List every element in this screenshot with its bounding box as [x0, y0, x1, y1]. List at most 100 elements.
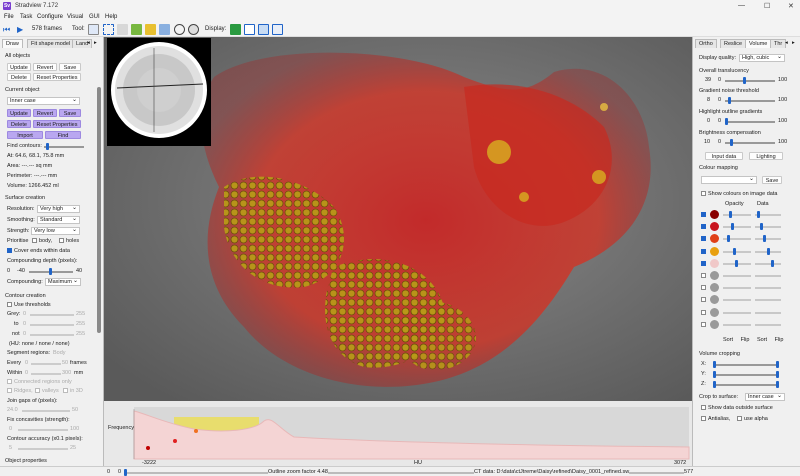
right-tab-scroll-right-icon[interactable]: ▸ [792, 40, 795, 46]
in3d-checkbox[interactable] [63, 388, 68, 393]
compounding-depth-slider[interactable] [29, 268, 73, 275]
fix-concavities-slider[interactable] [18, 429, 68, 431]
colour-swatch[interactable] [710, 246, 719, 256]
colour-swatch[interactable] [710, 222, 719, 232]
opacity-slider[interactable] [723, 259, 751, 267]
close-icon[interactable]: ✕ [788, 2, 794, 10]
slider-thumb[interactable] [776, 381, 779, 388]
tab-scroll-right-icon[interactable]: ▸ [94, 40, 97, 46]
opacity-slider[interactable] [723, 299, 751, 302]
split-view-icon[interactable] [258, 24, 269, 35]
rotate-icon[interactable] [88, 24, 99, 35]
data-slider[interactable] [755, 235, 781, 243]
update-all-button[interactable]: Update [7, 63, 31, 71]
reset-properties-button[interactable]: Reset Properties [33, 120, 81, 128]
left-panel-scrollbar[interactable] [97, 87, 101, 333]
join-gaps-slider[interactable] [22, 410, 70, 412]
grey-slider[interactable] [30, 314, 74, 316]
data-slider[interactable] [755, 223, 781, 231]
colour-row-checkbox[interactable] [701, 309, 706, 315]
slider-thumb[interactable] [743, 77, 746, 84]
colour-swatch[interactable] [710, 234, 719, 244]
flip-opacity-button[interactable]: Flip [738, 336, 752, 344]
crop-z-slider[interactable] [713, 381, 779, 388]
gradient-noise-slider[interactable] [725, 97, 775, 104]
data-slider[interactable] [755, 323, 781, 326]
data-slider[interactable] [755, 311, 781, 314]
eraser-icon[interactable] [159, 24, 170, 35]
sort-data-button[interactable]: Sort [755, 336, 769, 344]
slider-thumb[interactable] [733, 247, 736, 255]
colour-row-checkbox[interactable] [701, 260, 706, 266]
brightness-comp-slider[interactable] [725, 139, 775, 146]
maximize-icon[interactable]: ☐ [764, 2, 770, 10]
slider-thumb[interactable] [725, 118, 728, 125]
find-contours-slider[interactable] [44, 143, 84, 150]
slider-thumb[interactable] [730, 139, 733, 146]
opacity-slider[interactable] [723, 247, 751, 255]
reset-properties-all-button[interactable]: Reset Properties [33, 73, 81, 81]
colour-row-checkbox[interactable] [701, 248, 706, 254]
import-button[interactable]: Import [7, 131, 43, 139]
select-rect-icon[interactable] [103, 24, 114, 35]
data-slider[interactable] [755, 259, 781, 267]
colour-map-save-button[interactable]: Save [762, 176, 782, 184]
revert-all-button[interactable]: Revert [33, 63, 57, 71]
opacity-slider[interactable] [723, 223, 751, 231]
colour-swatch[interactable] [710, 295, 719, 305]
zoom-icon[interactable] [174, 24, 185, 35]
colour-row-checkbox[interactable] [701, 212, 706, 217]
measure-icon[interactable] [145, 24, 156, 35]
slice-thumbnail[interactable] [107, 38, 211, 146]
lighting-button[interactable]: Lighting [749, 152, 783, 160]
data-slider[interactable] [755, 211, 781, 218]
opacity-slider[interactable] [723, 211, 751, 218]
within-slider[interactable] [31, 373, 61, 375]
to-slider[interactable] [30, 324, 74, 326]
tab-reslice[interactable]: Reslice [720, 39, 747, 48]
update-button[interactable]: Update [7, 109, 31, 117]
use-alpha-checkbox[interactable] [737, 416, 742, 421]
menu-gui[interactable]: GUI [89, 14, 100, 20]
tab-volume[interactable]: Volume [745, 39, 772, 48]
valleys-checkbox[interactable] [35, 388, 40, 393]
object-select[interactable]: Inner case [7, 97, 80, 105]
slider-thumb[interactable] [767, 247, 770, 255]
save-all-button[interactable]: Save [59, 63, 81, 71]
opacity-slider[interactable] [723, 287, 751, 290]
slider-thumb[interactable] [46, 143, 49, 150]
use-thresholds-checkbox[interactable] [7, 302, 12, 307]
display-quality-select[interactable]: High, cubic [739, 54, 785, 62]
colour-map-select[interactable] [701, 176, 757, 184]
slider-thumb[interactable] [757, 211, 760, 218]
translucency-slider[interactable] [725, 77, 775, 84]
colour-row-checkbox[interactable] [701, 224, 706, 230]
colour-row-checkbox[interactable] [701, 285, 706, 291]
tab-ortho[interactable]: Ortho [695, 39, 717, 48]
menu-file[interactable]: File [4, 14, 14, 20]
tab-fit-shape-model[interactable]: Fit shape model [27, 39, 75, 48]
connected-regions-checkbox[interactable] [7, 379, 12, 384]
body-checkbox[interactable] [32, 238, 37, 243]
colour-swatch[interactable] [710, 307, 719, 317]
delete-button[interactable]: Delete [7, 120, 31, 128]
show-colours-checkbox[interactable] [701, 191, 706, 196]
every-slider[interactable] [31, 363, 61, 365]
contour-accuracy-slider[interactable] [18, 448, 68, 450]
colour-swatch[interactable] [710, 271, 719, 280]
menu-help[interactable]: Help [105, 14, 117, 20]
colour-row-checkbox[interactable] [701, 236, 706, 242]
data-slider[interactable] [755, 275, 781, 277]
not-slider[interactable] [30, 334, 74, 336]
colour-swatch[interactable] [710, 210, 719, 219]
colour-row-checkbox[interactable] [701, 297, 706, 303]
tab-thr[interactable]: Thr [770, 39, 787, 48]
slider-thumb[interactable] [729, 211, 732, 218]
resolution-select[interactable]: Very high [37, 205, 80, 213]
colour-swatch[interactable] [710, 258, 719, 268]
slider-thumb[interactable] [771, 259, 774, 267]
colour-row-checkbox[interactable] [701, 321, 706, 327]
show-outside-checkbox[interactable] [701, 405, 706, 410]
find-button[interactable]: Find [45, 131, 81, 139]
slider-thumb[interactable] [727, 235, 730, 243]
